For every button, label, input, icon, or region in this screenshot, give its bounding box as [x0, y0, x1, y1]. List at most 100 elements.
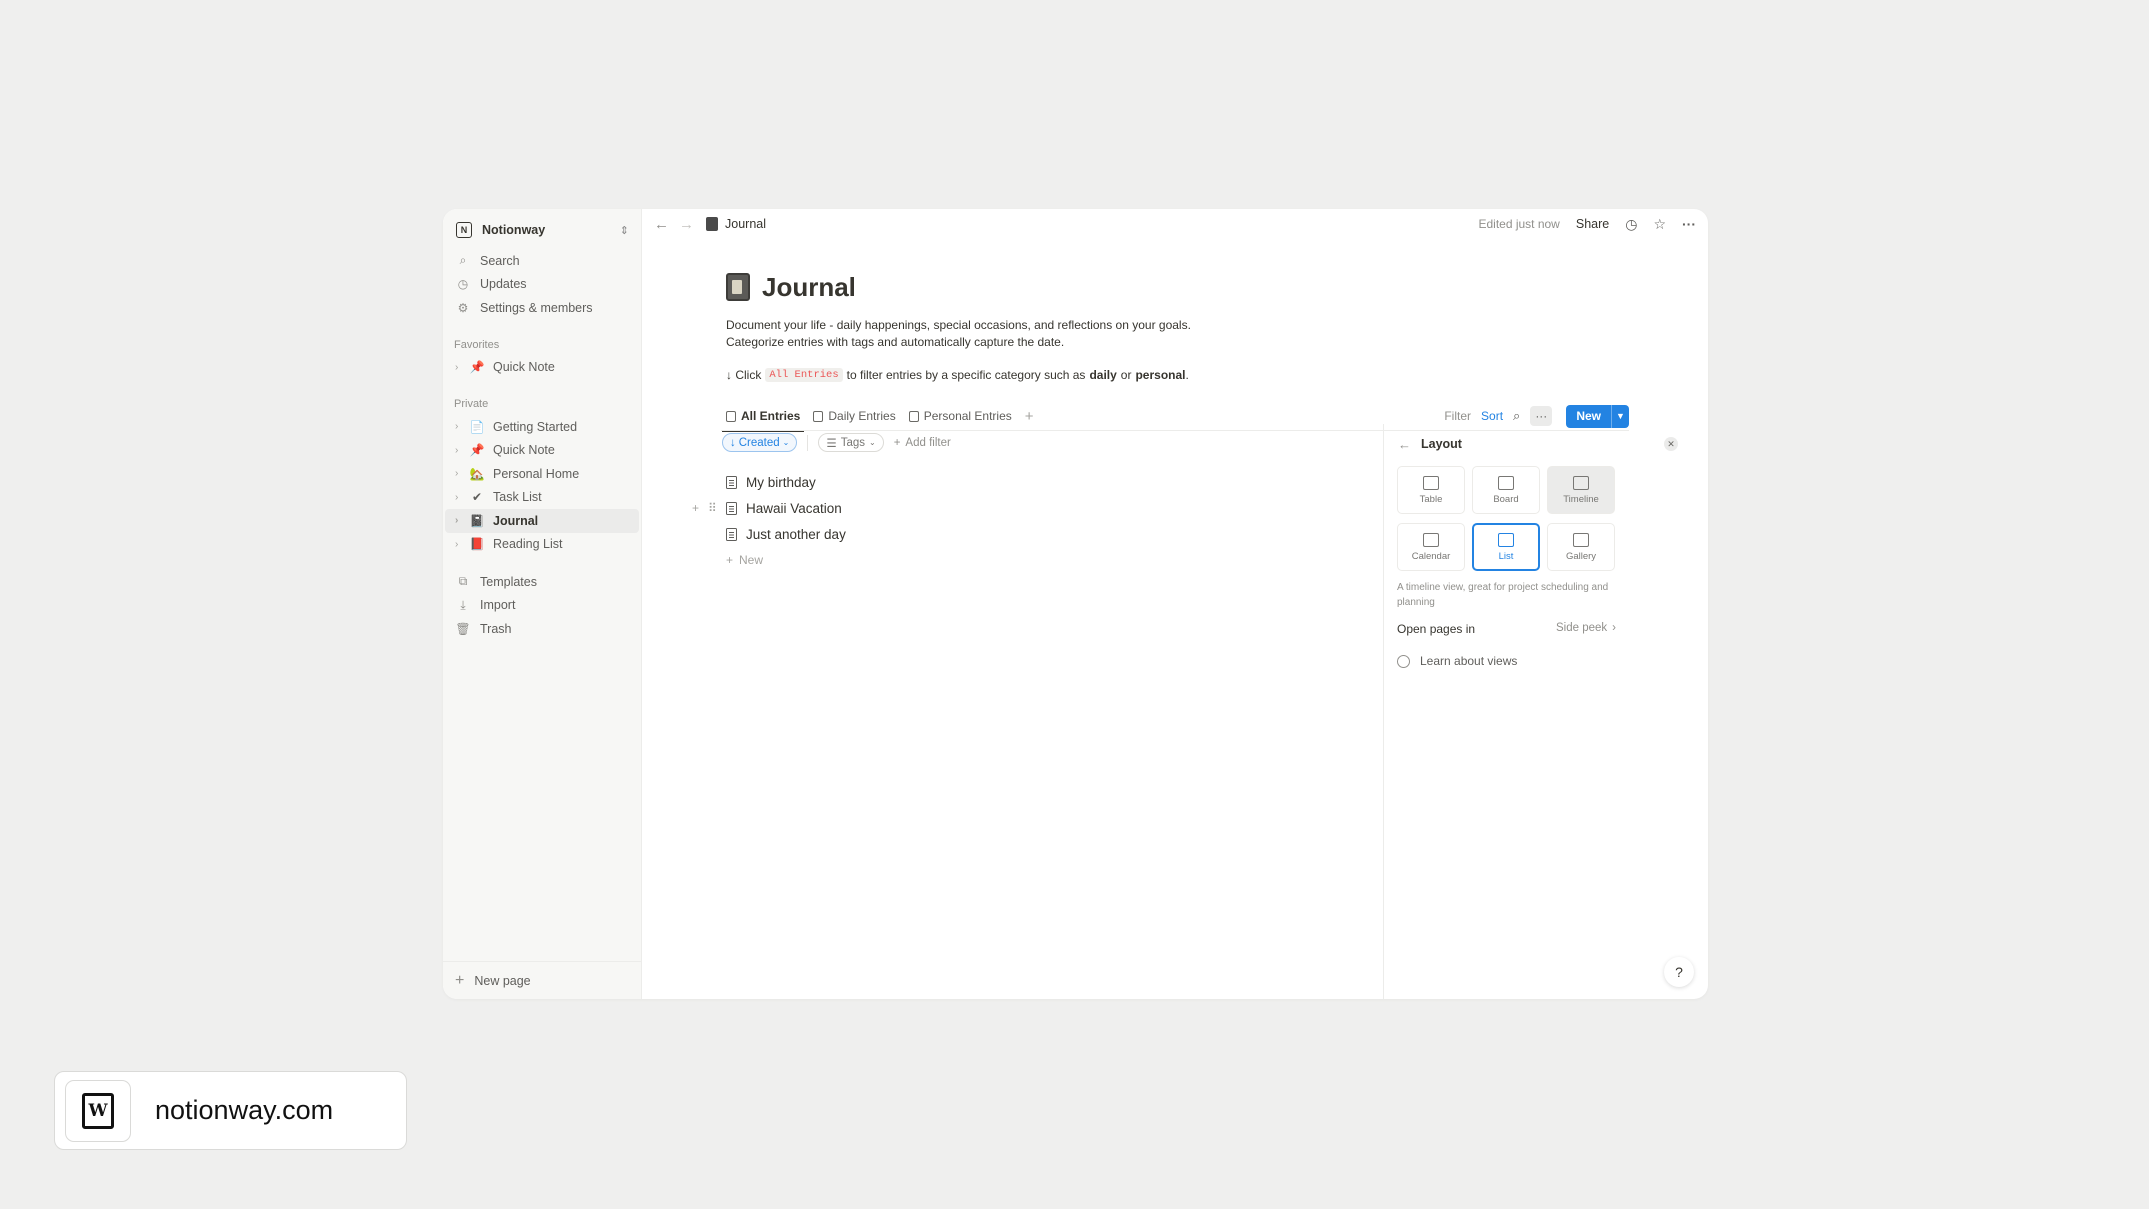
sidebar-item-journal[interactable]: › 📓 Journal — [445, 509, 639, 533]
chevron-right-icon[interactable]: › — [455, 445, 467, 456]
sidebar-item-quick-note[interactable]: › 📌 Quick Note — [445, 439, 639, 463]
layout-panel: ← Layout ✕ Table Board Timeline Calendar… — [1383, 424, 1708, 999]
list-item[interactable]: My birthday — [726, 469, 846, 495]
sidebar-item-reading-list[interactable]: › 📕 Reading List — [445, 533, 639, 557]
back-arrow-icon[interactable]: ← — [654, 216, 669, 233]
edited-status: Edited just now — [1478, 217, 1560, 231]
table-icon — [1423, 475, 1439, 490]
sidebar-item-favorite-quick-note[interactable]: › 📌 Quick Note — [445, 356, 639, 380]
document-icon — [726, 527, 737, 541]
sidebar-item-import[interactable]: ⤓ Import — [443, 594, 641, 618]
brand-badge: W notionway.com — [54, 1071, 407, 1150]
calendar-icon — [1423, 532, 1439, 547]
chevron-right-icon[interactable]: › — [455, 362, 467, 373]
breadcrumb[interactable]: Journal — [706, 217, 766, 231]
sidebar-item-label: Task List — [493, 490, 542, 505]
tab-daily-entries[interactable]: Daily Entries — [813, 401, 896, 431]
notebook-icon — [706, 217, 718, 231]
list-item[interactable]: + ⠿ Hawaii Vacation — [692, 495, 846, 521]
hint-line[interactable]: ↓ Click All Entries to filter entries by… — [726, 368, 1708, 382]
entry-title: My birthday — [746, 474, 816, 490]
brand-logo: W — [65, 1079, 131, 1142]
plus-icon[interactable]: + — [692, 501, 699, 515]
history-icon[interactable]: ◷ — [1625, 216, 1637, 233]
add-view-icon[interactable]: + — [1025, 408, 1034, 425]
entry-title: Just another day — [746, 526, 846, 542]
layout-option-label: Timeline — [1563, 493, 1599, 505]
layout-option-calendar[interactable]: Calendar — [1397, 523, 1465, 571]
layout-option-label: List — [1498, 550, 1514, 562]
view-icon — [813, 410, 824, 422]
gear-icon: ⚙ — [457, 300, 469, 315]
tags-filter-chip[interactable]: ☰ Tags ⌄ — [818, 433, 884, 452]
open-pages-in-row[interactable]: Open pages in Side peek › — [1397, 622, 1616, 636]
sidebar-item-getting-started[interactable]: › 📄 Getting Started — [445, 415, 639, 439]
app-window: N Notionway ⇕ ⌕ Search ◷ Updates ⚙ Setti… — [443, 209, 1708, 999]
list-item[interactable]: Just another day — [726, 521, 846, 547]
layout-option-timeline[interactable]: Timeline — [1547, 466, 1615, 514]
help-button[interactable]: ? — [1664, 957, 1694, 987]
brand-logo-mark: W — [82, 1092, 114, 1129]
page-title[interactable]: Journal — [762, 272, 856, 303]
layout-option-table[interactable]: Table — [1397, 466, 1465, 514]
topbar: ← → Journal Edited just now Share ◷ ☆ ··… — [642, 209, 1708, 239]
new-page-button[interactable]: + New page — [443, 961, 641, 999]
clock-icon: ◷ — [457, 277, 469, 292]
chevron-right-icon[interactable]: › — [455, 539, 467, 550]
sidebar-item-trash[interactable]: 🗑 Trash — [443, 617, 641, 641]
open-pages-label: Open pages in — [1397, 622, 1476, 636]
board-icon — [1498, 475, 1514, 490]
workspace-switcher[interactable]: N Notionway ⇕ — [443, 215, 641, 245]
chevron-right-icon[interactable]: › — [455, 421, 467, 432]
sidebar-item-search[interactable]: ⌕ Search — [443, 249, 641, 273]
sidebar-item-personal-home[interactable]: › 🏡 Personal Home — [445, 462, 639, 486]
templates-icon: ⧉ — [458, 574, 468, 589]
red-book-icon: 📕 — [469, 537, 485, 552]
favorites-section-label[interactable]: Favorites — [443, 334, 641, 356]
plus-icon: + — [455, 971, 465, 989]
created-sort-chip[interactable]: ↓ Created ⌄ — [722, 433, 798, 452]
learn-about-views-link[interactable]: Learn about views — [1397, 654, 1517, 668]
layout-option-list[interactable]: List — [1472, 523, 1540, 571]
journal-page-icon[interactable] — [726, 273, 750, 301]
star-icon[interactable]: ☆ — [1653, 216, 1666, 233]
tab-personal-entries[interactable]: Personal Entries — [908, 401, 1012, 431]
sidebar-item-templates[interactable]: ⧉ Templates — [443, 570, 641, 594]
document-icon — [726, 501, 737, 515]
drag-handle-icon[interactable]: ⠿ — [708, 501, 717, 515]
sidebar-item-task-list[interactable]: › ✔ Task List — [445, 486, 639, 510]
chevron-right-icon[interactable]: › — [455, 492, 467, 503]
list-icon — [1498, 532, 1514, 547]
pin-icon: 📌 — [469, 360, 485, 375]
checkmark-icon: ✔ — [471, 490, 483, 505]
forward-arrow-icon[interactable]: → — [679, 216, 694, 233]
filter-button[interactable]: Filter — [1444, 409, 1471, 423]
sort-button[interactable]: Sort — [1481, 409, 1503, 423]
tab-label: Personal Entries — [923, 409, 1012, 423]
private-section-label[interactable]: Private — [443, 393, 641, 415]
back-arrow-icon[interactable]: ← — [1398, 437, 1411, 452]
close-icon[interactable]: ✕ — [1664, 437, 1678, 451]
layout-option-gallery[interactable]: Gallery — [1547, 523, 1615, 571]
layout-option-board[interactable]: Board — [1472, 466, 1540, 514]
add-filter-button[interactable]: + Add filter — [894, 437, 951, 449]
notebook-icon: 📓 — [469, 513, 485, 528]
gallery-icon — [1573, 532, 1589, 547]
chip-label: Tags — [840, 436, 865, 449]
sidebar-item-updates[interactable]: ◷ Updates — [443, 273, 641, 297]
panel-title: Layout — [1421, 437, 1462, 451]
search-icon[interactable]: ⌕ — [1513, 408, 1520, 424]
new-row-button[interactable]: + New — [726, 547, 846, 573]
workspace-icon: N — [456, 222, 472, 238]
sidebar-item-settings[interactable]: ⚙ Settings & members — [443, 296, 641, 320]
view-icon — [726, 410, 736, 422]
share-button[interactable]: Share — [1576, 217, 1609, 231]
search-icon: ⌕ — [459, 253, 467, 268]
page-description[interactable]: Document your life - daily happenings, s… — [726, 317, 1708, 351]
more-options-icon[interactable]: ··· — [1530, 406, 1553, 426]
tab-all-entries[interactable]: All Entries — [721, 401, 805, 432]
chevron-right-icon[interactable]: › — [455, 468, 467, 479]
sidebar-item-label: Templates — [480, 574, 537, 589]
chevron-right-icon[interactable]: › — [455, 515, 467, 526]
more-icon[interactable]: ··· — [1682, 216, 1696, 232]
